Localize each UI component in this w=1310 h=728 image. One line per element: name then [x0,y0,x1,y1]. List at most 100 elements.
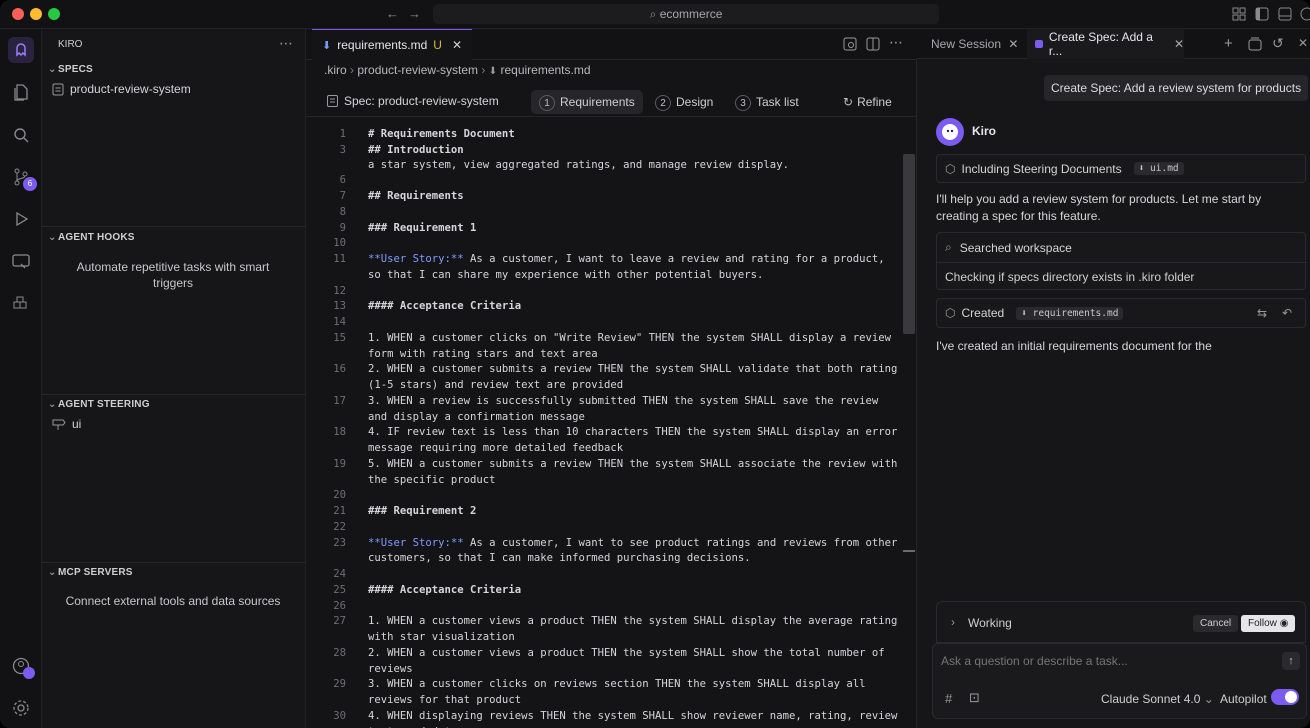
explorer-icon[interactable] [9,80,33,104]
editor-scrollbar[interactable] [903,154,915,334]
chat-toggle-icon[interactable] [1300,7,1310,24]
breadcrumb-item[interactable]: .kiro [324,63,347,77]
revert-icon[interactable]: ↶ [1282,306,1292,320]
working-status-bar: › Working Cancel Follow ◉ [936,601,1306,643]
model-selector[interactable]: Claude Sonnet 4.0 ⌄ [1101,692,1214,706]
remote-explorer-icon[interactable] [9,250,33,274]
extensions-icon[interactable] [9,292,33,316]
more-actions-icon[interactable]: ⋯ [279,35,293,52]
agent-intro-text: I'll help you add a review system for pr… [936,192,1262,223]
chat-tab-bar: New Session ✕ Create Spec: Add a r... ✕ … [917,29,1310,59]
tab-create-spec[interactable]: Create Spec: Add a r... ✕ [1027,29,1184,59]
follow-label: Follow [1248,618,1277,629]
sidebar-title: KIRO [58,39,83,50]
autopilot-toggle[interactable] [1271,689,1299,705]
code-line: a star system, view aggregated ratings, … [368,158,789,171]
line-number: 12 [333,284,346,297]
search-icon[interactable] [9,123,33,147]
steering-item-label: ui [72,417,82,431]
chat-input-box: ↑ # ⊡ Claude Sonnet 4.0 ⌄ Autopilot [932,643,1307,719]
kiro-logo-icon[interactable] [8,37,34,63]
line-number: 16 [333,363,346,376]
editor-tab-bar: ⬇ requirements.md U ✕ ⋯ [306,29,917,60]
editor-area: ⬇ requirements.md U ✕ ⋯ .kiro › product-… [306,29,917,728]
run-debug-icon[interactable] [9,207,33,231]
open-preview-icon[interactable] [843,37,857,54]
hooks-description: Automate repetitive tasks with smart tri… [76,260,270,290]
layout-icon[interactable] [1232,7,1246,24]
toggle-panel-icon[interactable] [1278,7,1292,24]
chat-input[interactable] [941,652,1271,670]
code-view[interactable]: 1 # Requirements Document 3 ## Introduction… [306,125,917,728]
highlight-token: **User Story:** [368,253,464,265]
hash-context-icon[interactable]: # [945,691,952,706]
specs-section-header[interactable]: ⌄SPECS [48,64,93,75]
close-window-button[interactable] [12,8,24,20]
line-number: 13 [333,300,346,313]
agent-steering-section-header[interactable]: ⌄AGENT STEERING [48,399,150,410]
chevron-down-icon: ⌄ [48,567,57,578]
code-line: 5. WHEN a customer submits a review THEN… [368,457,898,470]
step-label: Requirements [560,95,635,109]
steering-card[interactable]: ⬡ Including Steering Documents ⬇ ui.md [936,154,1306,183]
searched-label: Searched workspace [959,240,1072,255]
close-panel-icon[interactable]: ✕ [1298,36,1308,50]
settings-gear-icon[interactable] [9,696,33,720]
editor-more-actions-icon[interactable]: ⋯ [889,34,903,51]
minimize-window-button[interactable] [30,8,42,20]
code-line: customers, so that I can make informed p… [368,552,751,565]
breadcrumb: .kiro › product-review-system › ⬇ requir… [324,63,591,77]
forward-arrow-icon[interactable]: → [408,6,421,21]
searched-detail: Checking if specs directory exists in .k… [945,270,1195,284]
code-line: 2. WHEN a customer submits a review THEN… [368,363,898,376]
tab-new-session[interactable]: New Session ✕ [931,37,1018,51]
source-control-icon[interactable]: 6 [9,165,37,191]
send-arrow-icon[interactable]: ↑ [1282,652,1300,670]
close-tab-icon[interactable]: ✕ [1174,37,1184,51]
chevron-right-icon[interactable]: › [951,615,955,629]
history-icon[interactable] [1248,37,1262,54]
refine-button[interactable]: ↻ Refine [835,90,900,114]
close-tab-icon[interactable]: ✕ [1008,37,1018,51]
spec-item-product-review-system[interactable]: product-review-system [52,82,191,96]
steering-item-ui[interactable]: ui [52,417,81,431]
agent-hooks-section-header[interactable]: ⌄AGENT HOOKS [48,232,135,243]
new-chat-plus-icon[interactable]: + [1224,35,1233,52]
code-line: 1. WHEN a customer views a product THEN … [368,615,898,628]
mcp-servers-section-header[interactable]: ⌄MCP SERVERS [48,567,133,578]
back-arrow-icon[interactable]: ← [386,6,399,21]
code-line: 4. IF review text is less than 10 charac… [368,426,898,439]
tab-label: requirements.md [337,38,428,52]
searched-workspace-card[interactable]: ⌕ Searched workspace Checking if specs d… [936,232,1307,290]
breadcrumb-item[interactable]: requirements.md [500,63,590,77]
line-number: 14 [333,316,346,328]
created-file-card[interactable]: ⬡ Created ⬇ requirements.md ⇆ ↶ [936,298,1306,328]
open-diff-icon[interactable]: ⇆ [1257,306,1267,320]
line-number: 18 [333,426,346,439]
tab-requirements-md[interactable]: ⬇ requirements.md U ✕ [312,29,472,60]
command-search-bar[interactable]: ⌕ ecommerce [433,4,939,24]
activity-bar: 6 [0,29,42,728]
created-file-icon: ⬡ [945,306,956,320]
split-editor-icon[interactable] [866,37,880,54]
line-number: 20 [333,489,346,502]
step-task-list[interactable]: 3 Task list [727,90,807,114]
code-line: # Requirements Document [368,128,515,140]
code-line: 3. WHEN a customer clicks on reviews sec… [368,678,866,691]
account-icon[interactable] [9,654,35,679]
image-attach-icon[interactable]: ⊡ [969,690,980,706]
step-requirements[interactable]: 1 Requirements [531,90,643,114]
step-design[interactable]: 2 Design [647,90,721,114]
spec-label: Spec: product-review-system [327,94,499,108]
step-number: 2 [655,95,671,111]
clock-history-icon[interactable]: ↺ [1272,35,1284,52]
cancel-button[interactable]: Cancel [1193,615,1239,632]
mcp-description: Connect external tools and data sources [65,594,281,608]
maximize-window-button[interactable] [48,8,60,20]
breadcrumb-item[interactable]: product-review-system [357,63,478,77]
close-tab-icon[interactable]: ✕ [452,38,462,52]
follow-button[interactable]: Follow ◉ [1241,615,1296,632]
model-label: Claude Sonnet 4.0 [1101,692,1201,706]
code-line: 1. WHEN a customer clicks on "Write Revi… [368,331,891,344]
toggle-sidebar-icon[interactable] [1255,7,1269,24]
